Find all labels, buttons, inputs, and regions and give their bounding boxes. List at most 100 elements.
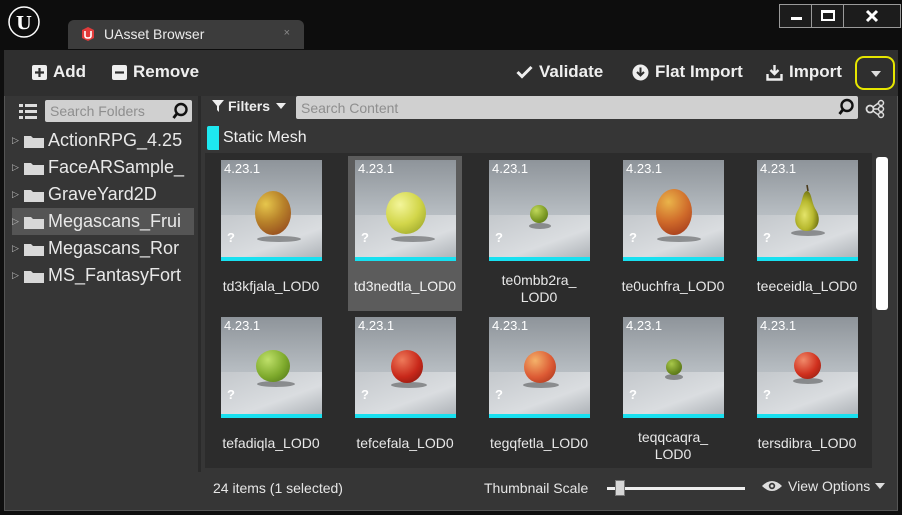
asset-tile[interactable]: 4.23.1 ? tefcefala_LOD0 xyxy=(348,313,462,468)
search-icon xyxy=(838,98,854,115)
folder-item-selected[interactable]: ▷ Megascans_Frui xyxy=(12,208,194,235)
asset-thumbnail: 4.23.1 ? xyxy=(489,160,590,261)
thumbnail-scale-label: Thumbnail Scale xyxy=(484,480,589,496)
folder-item[interactable]: ▷ Megascans_Ror xyxy=(12,235,194,262)
content-search-field[interactable] xyxy=(296,96,858,119)
asset-tile-selected[interactable]: 4.23.1 ? td3nedtla_LOD0 xyxy=(348,156,462,311)
folder-icon xyxy=(24,270,44,283)
folder-search-field[interactable] xyxy=(45,100,192,122)
engine-version: 4.23.1 xyxy=(626,318,663,333)
asset-type-bar xyxy=(355,414,456,418)
chevron-down-icon xyxy=(276,103,287,109)
flat-import-label: Flat Import xyxy=(655,62,743,81)
collections-icon[interactable] xyxy=(865,99,887,119)
asset-name: te0mbb2ra_ LOD0 xyxy=(501,272,577,305)
folder-icon xyxy=(24,243,44,256)
expand-arrow-icon[interactable]: ▷ xyxy=(12,243,24,254)
item-count: 24 items (1 selected) xyxy=(213,480,343,496)
flat-import-button[interactable]: Flat Import xyxy=(632,62,743,82)
view-options-button[interactable]: View Options xyxy=(761,478,886,494)
engine-version: 4.23.1 xyxy=(760,161,797,176)
expand-arrow-icon[interactable]: ▷ xyxy=(12,216,24,227)
asset-name: tersdibra_LOD0 xyxy=(757,435,857,451)
lime-fruit xyxy=(666,359,682,375)
asset-name: teeceidla_LOD0 xyxy=(756,278,858,294)
folder-icon xyxy=(24,162,44,175)
remove-button[interactable]: Remove xyxy=(112,62,199,82)
asset-type-bar xyxy=(355,257,456,261)
question-icon: ? xyxy=(629,230,637,245)
asset-tile[interactable]: 4.23.1 ? tefadiqla_LOD0 xyxy=(214,313,328,468)
add-label: Add xyxy=(53,62,87,81)
folder-label: MS_FantasyFort xyxy=(48,265,182,285)
asset-type-bar xyxy=(757,414,858,418)
asset-tile[interactable]: 4.23.1 ? teqqcaqra_ LOD0 xyxy=(616,313,730,468)
gala-apple-fruit xyxy=(524,351,556,383)
import-options-dropdown[interactable] xyxy=(855,56,895,90)
unreal-logo-icon[interactable]: U xyxy=(8,6,40,38)
engine-version: 4.23.1 xyxy=(224,318,261,333)
asset-thumbnail: 4.23.1 ? xyxy=(355,317,456,418)
svg-text:U: U xyxy=(16,13,32,34)
asset-name: teqqcaqra_ LOD0 xyxy=(637,429,709,462)
tab-uasset-browser[interactable]: UAsset Browser × xyxy=(68,20,304,49)
remove-label: Remove xyxy=(133,62,200,81)
green-apple-fruit xyxy=(256,350,290,382)
folder-tree-icon[interactable] xyxy=(18,103,38,121)
engine-version: 4.23.1 xyxy=(358,161,395,176)
filter-funnel-icon xyxy=(212,100,224,112)
thumbnail-scale-handle[interactable] xyxy=(614,480,625,496)
folder-item[interactable]: ▷ GraveYard2D xyxy=(12,181,194,208)
question-icon: ? xyxy=(361,230,369,245)
question-icon: ? xyxy=(495,387,503,402)
asset-type-bar xyxy=(623,257,724,261)
folder-item[interactable]: ▷ MS_FantasyFort xyxy=(12,262,194,289)
asset-tile[interactable]: 4.23.1 ? tersdibra_LOD0 xyxy=(750,313,864,468)
tab-close-icon[interactable]: × xyxy=(284,27,290,39)
thumbnail-scale-slider[interactable] xyxy=(607,487,745,490)
yellow-apple-fruit xyxy=(386,192,426,234)
asset-type-bar xyxy=(221,257,322,261)
folder-item[interactable]: ▷ FaceARSample_ xyxy=(12,154,194,181)
filter-label: Static Mesh xyxy=(223,129,307,146)
window-controls xyxy=(779,4,901,28)
asset-thumbnail: 4.23.1 ? xyxy=(221,160,322,261)
eye-icon xyxy=(762,481,782,491)
asset-name: tefadiqla_LOD0 xyxy=(222,435,320,451)
engine-version: 4.23.1 xyxy=(358,318,395,333)
asset-tile[interactable]: 4.23.1 ? te0uchfra_LOD0 xyxy=(616,156,730,311)
asset-tile[interactable]: 4.23.1 ? teeceidla_LOD0 xyxy=(750,156,864,311)
expand-arrow-icon[interactable]: ▷ xyxy=(12,189,24,200)
add-button[interactable]: Add xyxy=(32,62,86,82)
expand-arrow-icon[interactable]: ▷ xyxy=(12,162,24,173)
asset-tile[interactable]: 4.23.1 ? td3kfjala_LOD0 xyxy=(214,156,328,311)
folder-search-input[interactable] xyxy=(45,100,192,122)
asset-type-bar xyxy=(757,257,858,261)
folder-tree: ▷ ActionRPG_4.25 ▷ FaceARSample_ ▷ Grave… xyxy=(12,127,194,289)
asset-tile[interactable]: 4.23.1 ? te0mbb2ra_ LOD0 xyxy=(482,156,596,311)
engine-version: 4.23.1 xyxy=(760,318,797,333)
panel-splitter[interactable] xyxy=(198,96,201,472)
checkmark-icon xyxy=(516,65,533,79)
engine-version: 4.23.1 xyxy=(492,318,529,333)
folder-label: GraveYard2D xyxy=(48,184,157,204)
asset-type-bar xyxy=(221,414,322,418)
expand-arrow-icon[interactable]: ▷ xyxy=(12,135,24,146)
asset-name: te0uchfra_LOD0 xyxy=(621,278,725,294)
close-button[interactable] xyxy=(844,5,900,27)
maximize-button[interactable] xyxy=(812,5,844,27)
import-button[interactable]: Import xyxy=(766,62,842,82)
validate-button[interactable]: Validate xyxy=(516,62,603,82)
filters-button[interactable]: Filters xyxy=(212,98,287,114)
expand-arrow-icon[interactable]: ▷ xyxy=(12,270,24,281)
toolbar: Add Remove Validate Flat Import Import xyxy=(4,50,898,96)
content-search-input[interactable] xyxy=(296,96,858,119)
folder-item[interactable]: ▷ ActionRPG_4.25 xyxy=(12,127,194,154)
static-mesh-filter-chip[interactable]: Static Mesh xyxy=(207,126,307,150)
validate-label: Validate xyxy=(539,62,604,81)
asset-tile[interactable]: 4.23.1 ? tegqfetla_LOD0 xyxy=(482,313,596,468)
asset-thumbnail: 4.23.1 ? xyxy=(757,317,858,418)
minimize-button[interactable] xyxy=(780,5,812,27)
asset-grid-scrollbar[interactable] xyxy=(876,157,888,310)
folder-label: Megascans_Ror xyxy=(48,238,180,258)
